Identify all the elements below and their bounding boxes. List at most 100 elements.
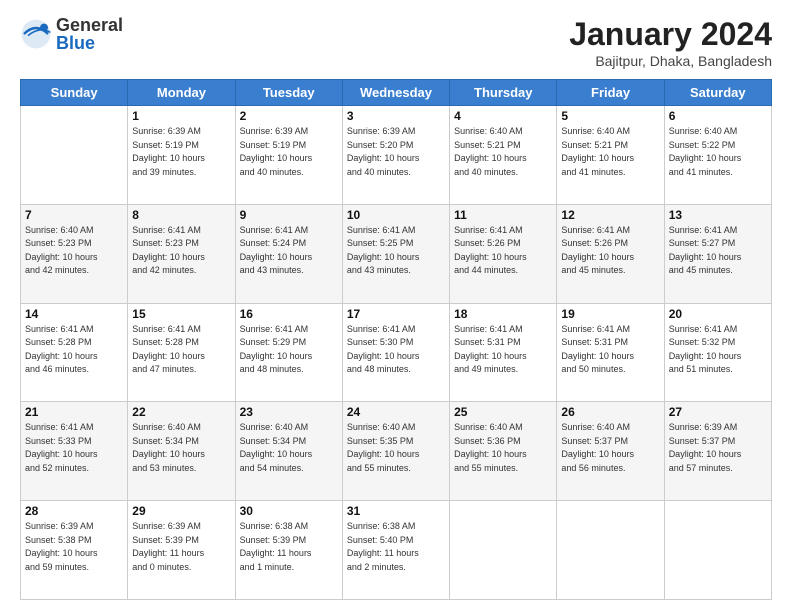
day-number: 19 [561, 307, 659, 321]
day-info: Sunrise: 6:41 AM Sunset: 5:26 PM Dayligh… [454, 224, 552, 278]
calendar-cell: 7Sunrise: 6:40 AM Sunset: 5:23 PM Daylig… [21, 204, 128, 303]
day-info: Sunrise: 6:39 AM Sunset: 5:20 PM Dayligh… [347, 125, 445, 179]
calendar-cell [450, 501, 557, 600]
day-info: Sunrise: 6:38 AM Sunset: 5:40 PM Dayligh… [347, 520, 445, 574]
logo: General Blue [20, 16, 123, 52]
calendar-cell: 20 Sunrise: 6:41 AM Sunset: 5:32 PM Dayli… [664, 303, 771, 402]
calendar-cell: 9 Sunrise: 6:41 AM Sunset: 5:24 PM Daylig… [235, 204, 342, 303]
logo-general-text: General [56, 16, 123, 34]
calendar-cell: 14 Sunrise: 6:41 AM Sunset: 5:28 PM Dayli… [21, 303, 128, 402]
day-number: 9 [240, 208, 338, 222]
day-number: 30 [240, 504, 338, 518]
weekday-wednesday: Wednesday [342, 80, 449, 106]
day-number: 10 [347, 208, 445, 222]
logo-icon [20, 18, 52, 50]
header: General Blue January 2024 Bajitpur, Dhak… [20, 16, 772, 69]
day-info: Sunrise: 6:41 AM Sunset: 5:31 PM Dayligh… [561, 323, 659, 377]
day-number: 3 [347, 109, 445, 123]
day-info: Sunrise: 6:39 AM Sunset: 5:39 PM Dayligh… [132, 520, 230, 574]
calendar-cell: 5 Sunrise: 6:40 AM Sunset: 5:21 PM Daylig… [557, 106, 664, 205]
day-number: 27 [669, 405, 767, 419]
day-number: 17 [347, 307, 445, 321]
day-number: 8 [132, 208, 230, 222]
day-number: 11 [454, 208, 552, 222]
weekday-friday: Friday [557, 80, 664, 106]
calendar-cell: 28 Sunrise: 6:39 AM Sunset: 5:38 PM Dayli… [21, 501, 128, 600]
calendar-cell [664, 501, 771, 600]
day-info: Sunrise: 6:40 AM Sunset: 5:22 PM Dayligh… [669, 125, 767, 179]
calendar-cell: 25Sunrise: 6:40 AM Sunset: 5:36 PM Dayli… [450, 402, 557, 501]
day-info: Sunrise: 6:40 AM Sunset: 5:21 PM Dayligh… [561, 125, 659, 179]
day-info: Sunrise: 6:39 AM Sunset: 5:19 PM Dayligh… [132, 125, 230, 179]
day-info: Sunrise: 6:41 AM Sunset: 5:31 PM Dayligh… [454, 323, 552, 377]
day-info: Sunrise: 6:40 AM Sunset: 5:35 PM Dayligh… [347, 421, 445, 475]
calendar-cell: 30Sunrise: 6:38 AM Sunset: 5:39 PM Dayli… [235, 501, 342, 600]
day-info: Sunrise: 6:41 AM Sunset: 5:28 PM Dayligh… [132, 323, 230, 377]
day-number: 5 [561, 109, 659, 123]
day-info: Sunrise: 6:41 AM Sunset: 5:23 PM Dayligh… [132, 224, 230, 278]
calendar-cell: 13 Sunrise: 6:41 AM Sunset: 5:27 PM Dayli… [664, 204, 771, 303]
calendar-week-row: 7Sunrise: 6:40 AM Sunset: 5:23 PM Daylig… [21, 204, 772, 303]
day-info: Sunrise: 6:39 AM Sunset: 5:19 PM Dayligh… [240, 125, 338, 179]
day-info: Sunrise: 6:41 AM Sunset: 5:33 PM Dayligh… [25, 421, 123, 475]
calendar-cell: 3 Sunrise: 6:39 AM Sunset: 5:20 PM Daylig… [342, 106, 449, 205]
day-info: Sunrise: 6:41 AM Sunset: 5:28 PM Dayligh… [25, 323, 123, 377]
day-number: 12 [561, 208, 659, 222]
calendar-cell: 22 Sunrise: 6:40 AM Sunset: 5:34 PM Dayli… [128, 402, 235, 501]
day-number: 2 [240, 109, 338, 123]
day-info: Sunrise: 6:40 AM Sunset: 5:23 PM Dayligh… [25, 224, 123, 278]
calendar-cell: 27 Sunrise: 6:39 AM Sunset: 5:37 PM Dayli… [664, 402, 771, 501]
day-info: Sunrise: 6:41 AM Sunset: 5:24 PM Dayligh… [240, 224, 338, 278]
day-info: Sunrise: 6:39 AM Sunset: 5:37 PM Dayligh… [669, 421, 767, 475]
calendar-cell: 11 Sunrise: 6:41 AM Sunset: 5:26 PM Dayli… [450, 204, 557, 303]
calendar-cell: 31Sunrise: 6:38 AM Sunset: 5:40 PM Dayli… [342, 501, 449, 600]
day-number: 25 [454, 405, 552, 419]
calendar-cell: 2 Sunrise: 6:39 AM Sunset: 5:19 PM Daylig… [235, 106, 342, 205]
weekday-tuesday: Tuesday [235, 80, 342, 106]
day-number: 16 [240, 307, 338, 321]
day-info: Sunrise: 6:40 AM Sunset: 5:21 PM Dayligh… [454, 125, 552, 179]
day-number: 18 [454, 307, 552, 321]
calendar-cell: 12 Sunrise: 6:41 AM Sunset: 5:26 PM Dayli… [557, 204, 664, 303]
weekday-header-row: SundayMondayTuesdayWednesdayThursdayFrid… [21, 80, 772, 106]
calendar-cell: 23Sunrise: 6:40 AM Sunset: 5:34 PM Dayli… [235, 402, 342, 501]
day-info: Sunrise: 6:39 AM Sunset: 5:38 PM Dayligh… [25, 520, 123, 574]
calendar-cell: 24 Sunrise: 6:40 AM Sunset: 5:35 PM Dayli… [342, 402, 449, 501]
day-number: 24 [347, 405, 445, 419]
day-number: 13 [669, 208, 767, 222]
weekday-monday: Monday [128, 80, 235, 106]
title-block: January 2024 Bajitpur, Dhaka, Bangladesh [569, 16, 772, 69]
calendar-cell: 19 Sunrise: 6:41 AM Sunset: 5:31 PM Dayli… [557, 303, 664, 402]
day-number: 6 [669, 109, 767, 123]
calendar-cell [21, 106, 128, 205]
calendar-cell: 10 Sunrise: 6:41 AM Sunset: 5:25 PM Dayli… [342, 204, 449, 303]
weekday-thursday: Thursday [450, 80, 557, 106]
day-info: Sunrise: 6:40 AM Sunset: 5:34 PM Dayligh… [132, 421, 230, 475]
day-info: Sunrise: 6:41 AM Sunset: 5:30 PM Dayligh… [347, 323, 445, 377]
day-number: 14 [25, 307, 123, 321]
day-info: Sunrise: 6:41 AM Sunset: 5:25 PM Dayligh… [347, 224, 445, 278]
calendar-page: General Blue January 2024 Bajitpur, Dhak… [0, 0, 792, 612]
calendar-table: SundayMondayTuesdayWednesdayThursdayFrid… [20, 79, 772, 600]
calendar-cell: 1Sunrise: 6:39 AM Sunset: 5:19 PM Daylig… [128, 106, 235, 205]
day-number: 22 [132, 405, 230, 419]
calendar-cell: 6 Sunrise: 6:40 AM Sunset: 5:22 PM Daylig… [664, 106, 771, 205]
calendar-week-row: 1Sunrise: 6:39 AM Sunset: 5:19 PM Daylig… [21, 106, 772, 205]
day-number: 26 [561, 405, 659, 419]
calendar-cell: 21Sunrise: 6:41 AM Sunset: 5:33 PM Dayli… [21, 402, 128, 501]
day-info: Sunrise: 6:41 AM Sunset: 5:27 PM Dayligh… [669, 224, 767, 278]
day-info: Sunrise: 6:40 AM Sunset: 5:37 PM Dayligh… [561, 421, 659, 475]
day-info: Sunrise: 6:41 AM Sunset: 5:32 PM Dayligh… [669, 323, 767, 377]
calendar-cell: 29Sunrise: 6:39 AM Sunset: 5:39 PM Dayli… [128, 501, 235, 600]
calendar-cell: 15 Sunrise: 6:41 AM Sunset: 5:28 PM Dayli… [128, 303, 235, 402]
calendar-cell: 4 Sunrise: 6:40 AM Sunset: 5:21 PM Daylig… [450, 106, 557, 205]
calendar-cell: 8 Sunrise: 6:41 AM Sunset: 5:23 PM Daylig… [128, 204, 235, 303]
day-info: Sunrise: 6:41 AM Sunset: 5:26 PM Dayligh… [561, 224, 659, 278]
calendar-cell: 26 Sunrise: 6:40 AM Sunset: 5:37 PM Dayli… [557, 402, 664, 501]
day-number: 15 [132, 307, 230, 321]
day-number: 28 [25, 504, 123, 518]
logo-blue-text: Blue [56, 34, 123, 52]
day-number: 20 [669, 307, 767, 321]
day-number: 4 [454, 109, 552, 123]
day-info: Sunrise: 6:40 AM Sunset: 5:34 PM Dayligh… [240, 421, 338, 475]
